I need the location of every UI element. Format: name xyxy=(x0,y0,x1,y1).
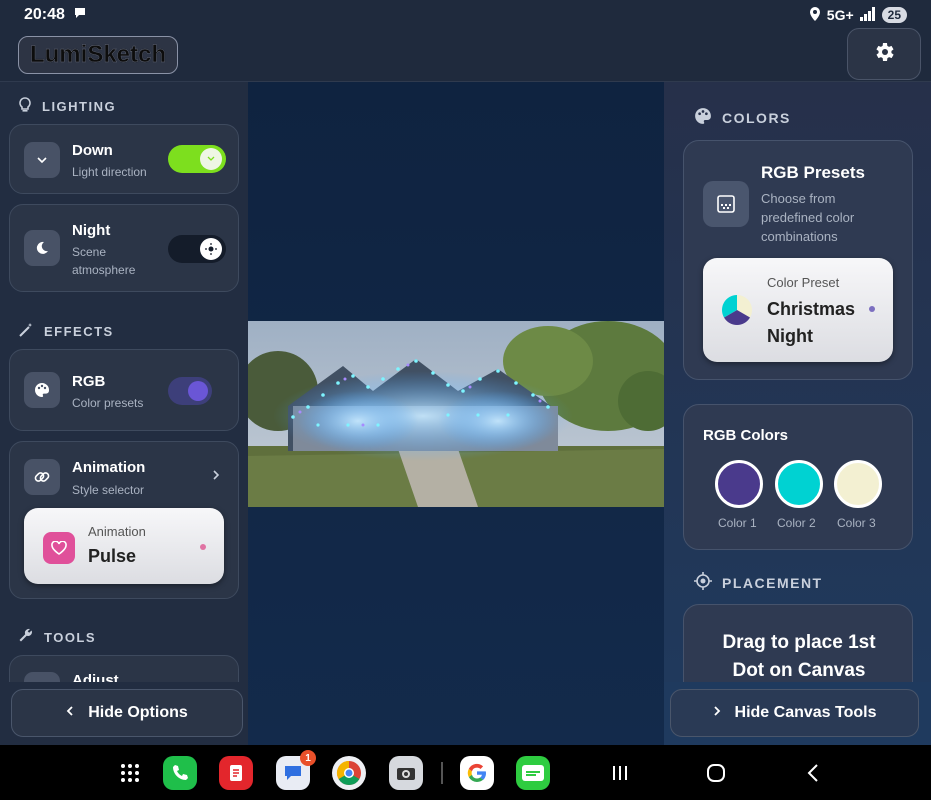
chevron-down-icon xyxy=(200,148,222,170)
color-2-label: Color 2 xyxy=(777,516,816,530)
lightbulb-icon xyxy=(18,97,32,116)
location-icon xyxy=(809,6,821,24)
light-direction-card[interactable]: Down Light direction xyxy=(9,124,239,194)
rgb-colors-card: RGB Colors Color 1 Color 2 Color 3 xyxy=(683,404,913,550)
indicator-dot xyxy=(200,544,206,550)
light-direction-subtitle: Light direction xyxy=(72,165,147,179)
chat-notification-icon xyxy=(73,6,87,25)
color-2-swatch[interactable] xyxy=(775,460,823,508)
color-3-label: Color 3 xyxy=(837,516,876,530)
rgb-title: RGB xyxy=(72,373,106,390)
chevron-down-icon xyxy=(24,142,60,178)
app-logo: LumiSketch xyxy=(18,36,178,74)
messages-app-icon[interactable]: 1 xyxy=(276,750,316,790)
chevron-right-icon xyxy=(713,704,721,722)
effects-section-header: EFFECTS xyxy=(18,322,114,341)
toggle-knob xyxy=(188,381,208,401)
moon-icon xyxy=(24,230,60,266)
house-photo xyxy=(248,321,664,507)
color-1-swatch[interactable] xyxy=(715,460,763,508)
gear-icon xyxy=(872,40,896,69)
indicator-dot xyxy=(869,306,875,312)
color-1-label: Color 1 xyxy=(718,516,757,530)
crosshair-icon xyxy=(694,572,712,593)
webtoon-app-icon[interactable] xyxy=(516,756,550,790)
light-direction-title: Down xyxy=(72,142,113,159)
animation-subtitle: Style selector xyxy=(72,483,145,497)
animation-picker-value: Pulse xyxy=(88,546,137,566)
canvas-tools-panel: COLORS RGB Presets Choose from predefine… xyxy=(664,82,931,745)
phone-app-icon[interactable] xyxy=(163,756,197,790)
heart-icon xyxy=(43,532,75,564)
app-drawer-icon[interactable] xyxy=(120,763,140,788)
scene-toggle[interactable] xyxy=(168,235,226,263)
color-3-swatch[interactable] xyxy=(834,460,882,508)
colors-section-header: COLORS xyxy=(694,107,791,128)
back-button[interactable] xyxy=(806,763,820,788)
home-button[interactable] xyxy=(706,763,726,788)
hide-options-button[interactable]: Hide Options xyxy=(11,689,243,737)
animation-title: Animation xyxy=(72,459,146,476)
rgb-subtitle: Color presets xyxy=(72,396,144,410)
battery-badge: 25 xyxy=(881,7,907,23)
recent-apps-button[interactable] xyxy=(611,764,629,787)
signal-icon xyxy=(859,6,876,24)
scene-atmosphere-card[interactable]: Night Scene atmosphere xyxy=(9,204,239,292)
link-icon xyxy=(24,459,60,495)
magic-wand-icon xyxy=(18,322,34,341)
settings-button[interactable] xyxy=(847,28,921,80)
network-label: 5G+ xyxy=(826,7,854,23)
rgb-presets-description: Choose from predefined color combination… xyxy=(761,191,855,244)
tools-section-header: TOOLS xyxy=(18,628,96,647)
pie-chart-icon xyxy=(721,294,753,326)
scene-subtitle-1: Scene xyxy=(72,245,107,259)
notes-app-icon[interactable] xyxy=(219,756,253,790)
light-direction-toggle[interactable] xyxy=(168,145,226,173)
google-app-icon[interactable] xyxy=(460,756,494,790)
app-header: LumiSketch xyxy=(0,28,931,82)
status-bar: 20:48 5G+ 25 xyxy=(0,0,931,30)
color-preset-value: Christmas Night xyxy=(767,299,856,346)
palette-icon xyxy=(694,107,712,128)
chevron-left-icon xyxy=(66,704,74,722)
animation-style-picker[interactable]: Animation Pulse xyxy=(24,508,224,584)
notification-badge: 1 xyxy=(300,750,316,766)
chrome-app-icon[interactable] xyxy=(332,756,366,790)
dock-divider xyxy=(441,762,443,784)
scene-title: Night xyxy=(72,222,111,239)
color-preset-label: Color Preset xyxy=(767,275,840,290)
camera-app-icon[interactable] xyxy=(389,756,423,790)
rgb-presets-title: RGB Presets xyxy=(761,163,865,182)
preset-grid-icon xyxy=(703,181,749,227)
lighting-section-header: LIGHTING xyxy=(18,97,116,116)
placement-section-header: PLACEMENT xyxy=(694,572,823,593)
wrench-icon xyxy=(18,628,34,647)
palette-icon xyxy=(24,372,60,408)
animation-picker-label: Animation xyxy=(88,524,146,539)
hide-canvas-tools-button[interactable]: Hide Canvas Tools xyxy=(670,689,919,737)
options-panel: LIGHTING Down Light direction Night Scen… xyxy=(0,82,248,745)
color-preset-picker[interactable]: Color Preset Christmas Night xyxy=(703,258,893,362)
rgb-card[interactable]: RGB Color presets xyxy=(9,349,239,431)
chevron-right-icon xyxy=(212,468,220,486)
rgb-presets-card: RGB Presets Choose from predefined color… xyxy=(683,140,913,380)
clock: 20:48 xyxy=(24,6,65,23)
system-nav-bar: 1 xyxy=(0,745,931,800)
sun-icon xyxy=(200,238,222,260)
drawing-canvas[interactable] xyxy=(248,82,664,745)
rgb-toggle[interactable] xyxy=(168,377,212,405)
placement-instruction: Drag to place 1st Dot on Canvas xyxy=(722,632,876,681)
rgb-colors-title: RGB Colors xyxy=(703,427,789,444)
scene-subtitle-2: atmosphere xyxy=(72,263,136,277)
